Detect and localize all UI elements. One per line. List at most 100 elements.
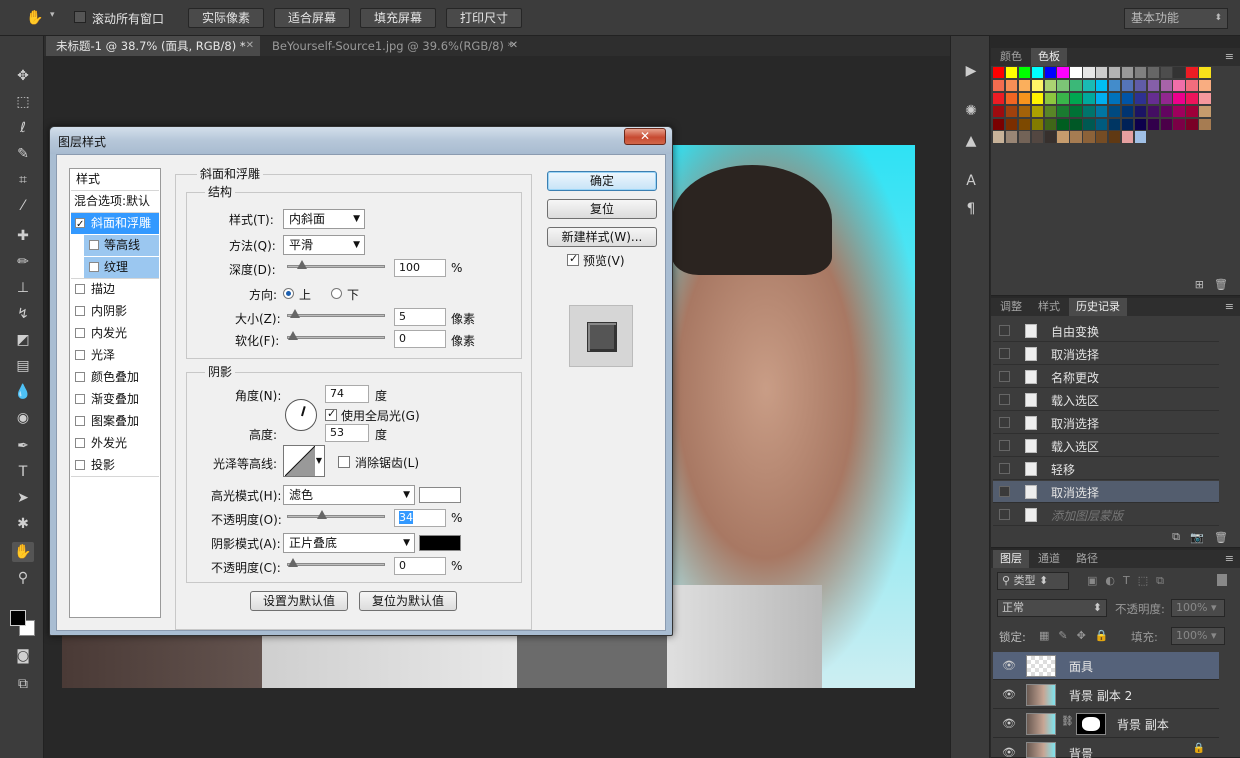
size-input[interactable]: 5 <box>394 308 446 326</box>
swatch[interactable] <box>1031 92 1043 105</box>
brush-settings-icon[interactable]: ✺ <box>962 102 980 120</box>
swatch[interactable] <box>1005 79 1018 92</box>
history-item[interactable]: 自由变换 <box>993 320 1219 342</box>
tab-history[interactable]: 历史记录 <box>1069 298 1127 316</box>
swatch[interactable] <box>1160 118 1172 130</box>
swatch[interactable] <box>1070 67 1082 79</box>
tool-preset-arrow-icon[interactable]: ▾ <box>50 10 55 20</box>
tab-source[interactable]: BeYourself-Source1.jpg @ 39.6%(RGB/8) * ✕ <box>262 36 524 56</box>
swatch[interactable] <box>1044 92 1056 105</box>
crop-tool-icon[interactable]: ⌗ <box>12 170 34 190</box>
swatch[interactable] <box>1096 118 1108 130</box>
quick-select-tool-icon[interactable]: ✎ <box>12 144 34 164</box>
swatch[interactable] <box>1018 105 1031 117</box>
swatch[interactable] <box>1109 79 1121 92</box>
swatch[interactable] <box>1005 67 1018 79</box>
close-icon[interactable]: ✕ <box>510 36 518 56</box>
paragraph-icon[interactable]: ¶ <box>962 200 980 218</box>
style-item[interactable]: 颜色叠加 <box>71 367 159 388</box>
gloss-contour-picker[interactable]: ▼ <box>283 445 325 477</box>
swatch[interactable] <box>1018 131 1031 143</box>
swatch[interactable] <box>1134 131 1147 143</box>
layer-row-bg-copy2[interactable]: 👁 背景 副本 2 <box>993 681 1219 709</box>
swatch[interactable] <box>1057 79 1069 92</box>
swatch[interactable] <box>1057 92 1069 105</box>
style-item[interactable]: 图案叠加 <box>71 411 159 432</box>
direction-down-radio[interactable] <box>331 288 342 299</box>
swatch[interactable] <box>1121 131 1134 143</box>
print-size-button[interactable]: 打印尺寸 <box>446 8 522 28</box>
swatch[interactable] <box>1173 118 1185 130</box>
shape-tool-icon[interactable]: ✱ <box>12 514 34 534</box>
swatch[interactable] <box>1134 92 1147 105</box>
highlight-opacity-slider[interactable] <box>287 510 385 519</box>
swatch[interactable] <box>1199 131 1211 143</box>
filter-toggle-icon[interactable] <box>1217 574 1227 586</box>
style-checkbox[interactable] <box>75 350 85 360</box>
history-item[interactable]: 名称更改 <box>993 366 1219 388</box>
swatch[interactable] <box>1160 131 1172 143</box>
style-checkbox[interactable] <box>75 438 85 448</box>
reset-button[interactable]: 复位 <box>547 199 657 219</box>
history-item[interactable]: 取消选择 <box>993 481 1219 503</box>
swatch[interactable] <box>1031 79 1043 92</box>
blending-options-item[interactable]: 混合选项:默认 <box>71 191 159 212</box>
swatch[interactable] <box>1083 67 1095 79</box>
swatch[interactable] <box>993 67 1005 79</box>
make-default-button[interactable]: 设置为默认值 <box>250 591 348 611</box>
swatch[interactable] <box>1199 118 1211 130</box>
swatch[interactable] <box>1070 118 1082 130</box>
close-icon[interactable]: ✕ <box>246 36 254 56</box>
swatch[interactable] <box>1147 92 1159 105</box>
preview-checkbox[interactable] <box>567 252 579 266</box>
swatch[interactable] <box>1096 67 1108 79</box>
slider-knob[interactable] <box>317 510 328 519</box>
slider-knob[interactable] <box>288 558 298 567</box>
style-item[interactable]: 外发光 <box>71 433 159 454</box>
history-checkbox[interactable] <box>999 417 1010 428</box>
swatch[interactable] <box>1083 79 1095 92</box>
swatch[interactable] <box>1121 105 1134 117</box>
dodge-tool-icon[interactable]: ◉ <box>12 408 34 428</box>
swatch[interactable] <box>1044 67 1056 79</box>
highlight-opacity-input[interactable]: 34 <box>394 509 446 527</box>
panel-menu-icon[interactable]: ≡ <box>1225 300 1234 313</box>
fill-field[interactable]: 100% ▾ <box>1171 627 1225 645</box>
bevel-style-select[interactable]: 内斜面 ▼ <box>283 209 365 229</box>
lock-icons[interactable]: ▦✎✥🔒 <box>1039 629 1118 642</box>
swatch[interactable] <box>1199 105 1211 117</box>
swatch[interactable] <box>1044 79 1056 92</box>
shadow-color-swatch[interactable] <box>419 535 461 551</box>
swatch[interactable] <box>1031 118 1043 130</box>
close-button[interactable]: ✕ <box>624 128 666 145</box>
style-checkbox[interactable] <box>89 262 99 272</box>
style-checkbox[interactable] <box>75 394 85 404</box>
eye-icon[interactable]: 👁 <box>1002 688 1016 701</box>
layer-row-background[interactable]: 👁 背景 🔒 <box>993 739 1219 758</box>
swatch[interactable] <box>1044 105 1056 117</box>
fit-screen-button[interactable]: 适合屏幕 <box>274 8 350 28</box>
swatch[interactable] <box>1121 92 1134 105</box>
reset-default-button[interactable]: 复位为默认值 <box>359 591 457 611</box>
swatch[interactable] <box>1005 92 1018 105</box>
anti-alias-checkbox[interactable] <box>338 456 350 468</box>
swatch[interactable] <box>1173 79 1185 92</box>
clone-source-icon[interactable]: ▲ <box>962 132 980 150</box>
swatch[interactable] <box>1096 131 1108 143</box>
new-style-button[interactable]: 新建样式(W)... <box>547 227 657 247</box>
move-tool-icon[interactable]: ✥ <box>12 66 34 86</box>
swatch[interactable] <box>1147 105 1159 117</box>
swatch[interactable] <box>1083 131 1095 143</box>
history-item[interactable]: 取消选择 <box>993 412 1219 434</box>
eraser-tool-icon[interactable]: ◩ <box>12 330 34 350</box>
swatch[interactable] <box>1134 79 1147 92</box>
tab-adjustments[interactable]: 调整 <box>993 298 1029 316</box>
play-icon[interactable]: ▶ <box>962 62 980 80</box>
style-checkbox[interactable] <box>89 240 99 250</box>
history-checkbox[interactable] <box>999 325 1010 336</box>
size-slider[interactable] <box>287 309 385 318</box>
swatch[interactable] <box>1109 118 1121 130</box>
history-checkbox[interactable] <box>999 486 1010 497</box>
quick-mask-icon[interactable]: ◙ <box>12 646 34 666</box>
swatch[interactable] <box>1109 131 1121 143</box>
